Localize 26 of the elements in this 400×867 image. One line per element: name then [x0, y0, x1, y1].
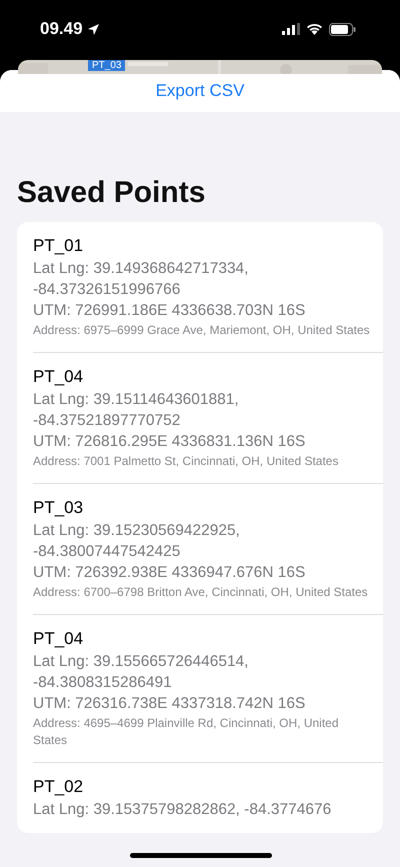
lat-lng-text: Lat Lng: 39.15230569422925, -84.38007447542425: [33, 521, 241, 562]
point-name: PT_01: [33, 236, 84, 256]
lat-lng-text: Lat Lng: 39.15114643601881, -84.37521897770752: [33, 390, 240, 431]
signal-icon: [282, 23, 300, 35]
map-pin-label[interactable]: PT_03: [88, 60, 126, 71]
point-name: PT_04: [33, 367, 84, 387]
location-arrow-icon: [86, 22, 100, 36]
export-csv-button[interactable]: Export CSV: [152, 77, 248, 105]
page-title: Saved Points: [17, 176, 206, 210]
wifi-icon: [306, 23, 323, 35]
address-text: Address: 6975–6999 Grace Ave, Mariemont, OH, United States: [33, 322, 371, 339]
address-text: Address: 6700–6798 Britton Ave, Cincinnati, OH, United States: [33, 584, 369, 601]
utm-text: UTM: 726816.295E 4336831.136N 16S: [33, 432, 306, 452]
utm-text: UTM: 726392.938E 4336947.676N 16S: [33, 563, 306, 583]
address-text: Address: 7001 Palmetto St, Cincinnati, OH, United States: [33, 453, 340, 470]
clock: 09.49: [40, 19, 83, 39]
point-name: PT_04: [33, 629, 84, 649]
address-text: Address: 4695–4699 Plainville Rd, Cincinnati, OH, United States: [33, 715, 340, 749]
lat-lng-text: Lat Lng: 39.149368642717334, -84.37326151996766: [33, 259, 250, 300]
lat-lng-text: Lat Lng: 39.15375798282862, -84.3774676: [33, 800, 332, 820]
point-name: PT_02: [33, 777, 84, 797]
lat-lng-text: Lat Lng: 39.155665726446514, -84.3808315286491: [33, 652, 250, 693]
battery-icon: [329, 22, 356, 36]
utm-text: UTM: 726991.186E 4336638.703N 16S: [33, 301, 306, 321]
utm-text: UTM: 726316.738E 4337318.742N 16S: [33, 694, 306, 714]
point-name: PT_03: [33, 498, 84, 518]
